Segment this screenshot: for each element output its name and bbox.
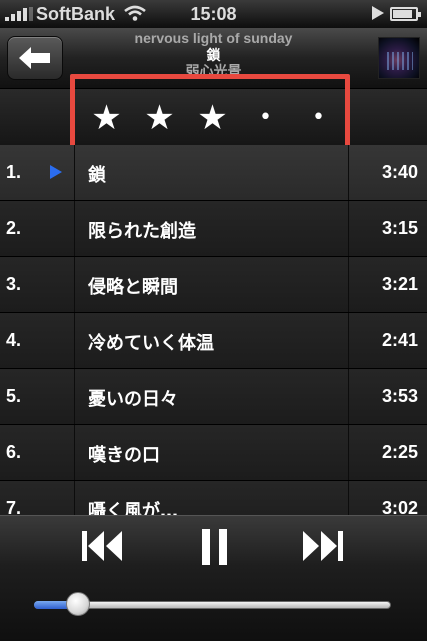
pause-button[interactable]: [200, 527, 260, 567]
column-divider: [74, 481, 75, 515]
rating-highlight-box: [70, 74, 350, 152]
track-number: 5.: [6, 386, 22, 406]
track-row[interactable]: 6. 嘆きの口 2:25: [0, 425, 427, 481]
track-duration: 2:25: [381, 442, 418, 462]
track-title: 侵略と瞬間: [88, 277, 178, 298]
next-track-button[interactable]: [300, 527, 360, 567]
playback-controls: [0, 515, 427, 641]
track-title: 憂いの日々: [88, 389, 178, 410]
track-duration: 3:40: [381, 162, 418, 182]
column-divider: [74, 257, 75, 312]
track-number: 6.: [6, 442, 22, 462]
track-number: 2.: [6, 218, 22, 238]
status-bar: SoftBank 15:08: [0, 0, 427, 28]
column-divider: [74, 369, 75, 424]
battery-icon: [390, 7, 421, 21]
track-duration: 3:53: [381, 386, 418, 406]
track-list[interactable]: 1. 鎖 3:40 2. 限られた創造 3:15 3. 侵略と瞬間 3:21 4. 冷めていく体温 2…: [0, 145, 427, 515]
track-row[interactable]: 2. 限られた創造 3:15: [0, 201, 427, 257]
column-divider: [74, 145, 75, 200]
track-row[interactable]: 7. 囁く風が… 3:02: [0, 481, 427, 515]
now-playing-icon: [50, 165, 62, 179]
track-title: 冷めていく体温: [88, 333, 214, 354]
column-divider: [348, 201, 349, 256]
column-divider: [74, 313, 75, 368]
previous-track-icon: [82, 531, 122, 561]
column-divider: [348, 481, 349, 515]
track-row[interactable]: 4. 冷めていく体温 2:41: [0, 313, 427, 369]
track-number: 1.: [6, 162, 22, 182]
column-divider: [348, 425, 349, 480]
previous-track-button[interactable]: [80, 527, 140, 567]
now-playing-indicator-icon: [372, 6, 384, 20]
track-number: 3.: [6, 274, 22, 294]
track-duration: 3:15: [381, 218, 418, 238]
volume-slider-knob[interactable]: [66, 592, 90, 616]
track-row[interactable]: 1. 鎖 3:40: [0, 145, 427, 201]
pause-icon: [202, 529, 227, 565]
column-divider: [348, 369, 349, 424]
column-divider: [74, 425, 75, 480]
track-title: 嘆きの口: [88, 445, 160, 466]
track-duration: 3:21: [381, 274, 418, 294]
track-row[interactable]: 3. 侵略と瞬間 3:21: [0, 257, 427, 313]
column-divider: [74, 201, 75, 256]
track-number: 4.: [6, 330, 22, 350]
artist-name: nervous light of sunday: [134, 30, 293, 46]
clock: 15:08: [190, 4, 237, 24]
track-row[interactable]: 5. 憂いの日々 3:53: [0, 369, 427, 425]
track-duration: 2:41: [381, 330, 418, 350]
column-divider: [348, 257, 349, 312]
track-title: 囁く風が…: [88, 501, 178, 515]
next-track-icon: [303, 531, 343, 561]
track-title: 限られた創造: [88, 221, 196, 242]
column-divider: [348, 313, 349, 368]
track-title: 鎖: [88, 165, 106, 186]
album-artwork-button[interactable]: [378, 37, 420, 79]
track-duration: 3:02: [381, 498, 418, 515]
track-number: 7.: [6, 498, 22, 515]
column-divider: [348, 145, 349, 200]
